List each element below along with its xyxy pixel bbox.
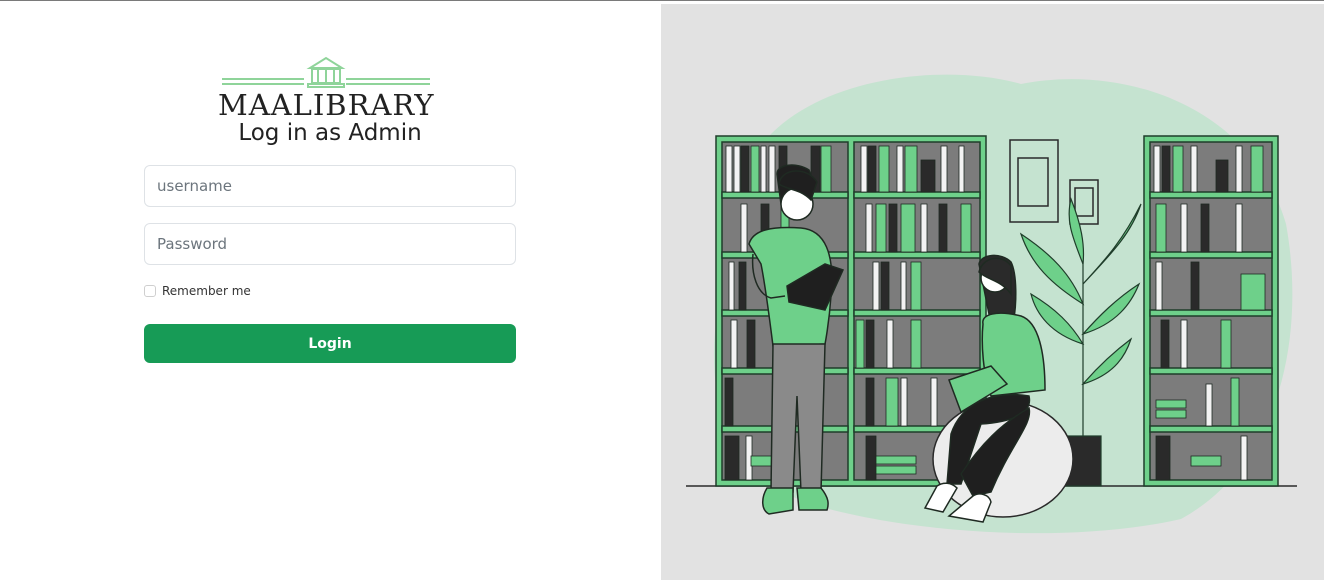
- username-input[interactable]: [144, 165, 516, 207]
- bookshelf-right: [1143, 135, 1279, 487]
- login-button[interactable]: Login: [144, 324, 516, 363]
- remember-me[interactable]: Remember me: [144, 283, 251, 299]
- remember-me-label: Remember me: [162, 284, 251, 298]
- remember-me-checkbox[interactable]: [144, 285, 156, 297]
- library-illustration: [686, 74, 1297, 534]
- login-panel: MAALIBRARY Log in as Admin Remember me L…: [0, 4, 661, 580]
- brand-logo: MAALIBRARY: [218, 54, 434, 124]
- brand-name: MAALIBRARY: [218, 88, 435, 122]
- illustration-panel: [661, 4, 1324, 580]
- page-title: Log in as Admin: [238, 120, 422, 146]
- password-input[interactable]: [144, 223, 516, 265]
